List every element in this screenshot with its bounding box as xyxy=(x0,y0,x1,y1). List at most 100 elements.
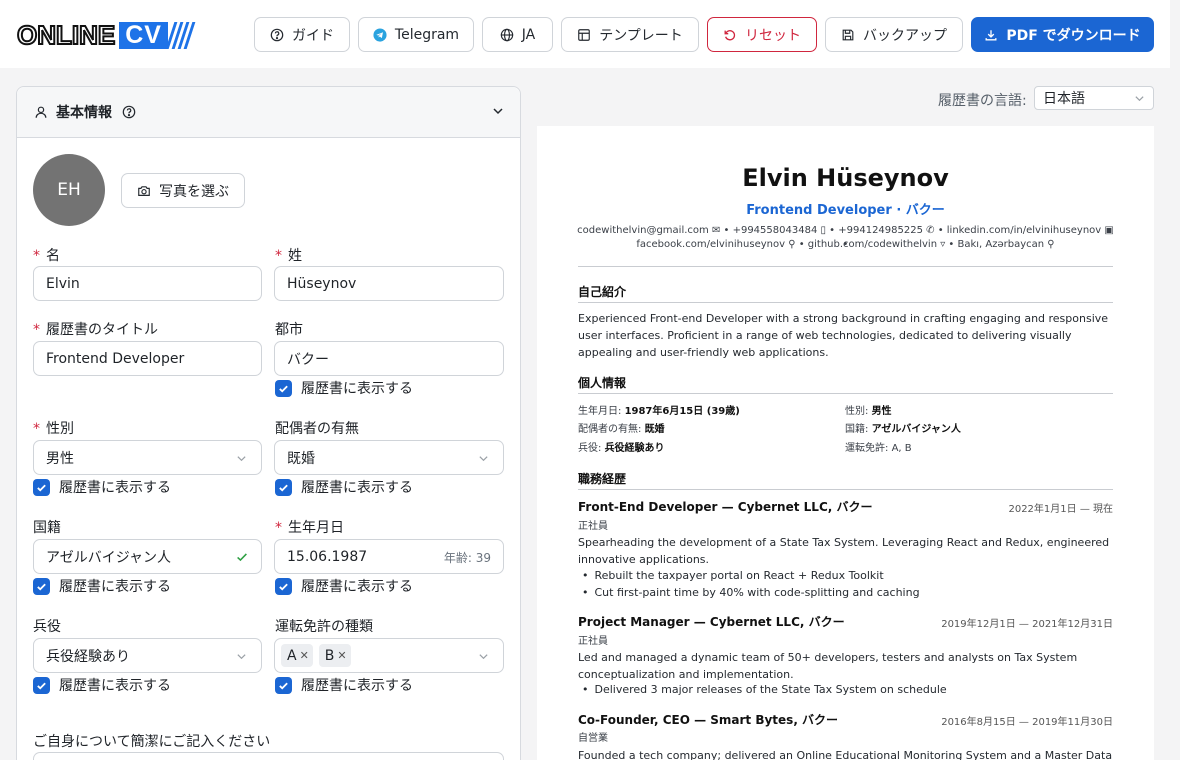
cv-job-date: 2019年12月1日 — 2021年12月31日 xyxy=(941,619,1113,630)
license-label: 運転免許の種類 xyxy=(275,619,373,635)
nationality-input[interactable]: アゼルバイジャン人 xyxy=(33,539,262,574)
checkmark-icon xyxy=(275,577,292,595)
help-circle-icon[interactable] xyxy=(122,105,136,119)
cv-personal-gender: 性別: 男性 xyxy=(845,406,892,417)
cv-divider xyxy=(578,266,1113,267)
cv-title-label: * 履歴書のタイトル xyxy=(33,322,158,338)
cv-personal-birth: 生年月日: 1987年6月15日 (39歳) xyxy=(578,406,740,417)
cv-job-title: Project Manager — Cybernet LLC, バクー xyxy=(578,615,845,629)
checkmark-icon xyxy=(33,478,50,496)
panel-title: 基本情報 xyxy=(56,105,112,121)
choose-photo-label: 写真を選ぶ xyxy=(159,183,229,200)
required-mark: * xyxy=(33,248,40,264)
cv-experience-heading: 職務経歴 xyxy=(578,472,627,486)
gender-label: * 性別 xyxy=(33,421,74,437)
cv-job-description: Spearheading the development of a State … xyxy=(578,536,1110,566)
marital-show-checkbox[interactable]: 履歴書に表示する xyxy=(275,477,413,497)
city-show-checkbox[interactable]: 履歴書に表示する xyxy=(275,378,413,398)
birthdate-show-checkbox[interactable]: 履歴書に表示する xyxy=(275,576,413,596)
cv-language-label: 履歴書の言語: xyxy=(938,93,1027,109)
required-mark: * xyxy=(33,421,40,437)
cv-title-input[interactable]: Frontend Developer xyxy=(33,341,262,376)
gender-select[interactable]: 男性 xyxy=(33,440,262,475)
chevron-down-icon xyxy=(1135,96,1144,102)
cv-preview: Elvin Hüseynov Frontend Developer · バクー … xyxy=(537,126,1154,760)
marital-label: 配偶者の有無 xyxy=(275,421,359,437)
language-label: JA xyxy=(521,26,536,43)
close-icon[interactable]: ✕ xyxy=(337,649,346,662)
cv-job-title: Front-End Developer — Cybernet LLC, バクー xyxy=(578,500,873,514)
reset-label: リセット xyxy=(745,27,801,44)
cv-contact-line-2: facebook.com/elvinihuseynov ⚲ • github.c… xyxy=(636,239,1055,250)
cv-job-date: 2022年1月1日 — 現在 xyxy=(1008,504,1113,515)
required-mark: * xyxy=(33,322,40,338)
guide-button[interactable]: ガイド xyxy=(254,17,350,52)
cv-summary-text: Experienced Front-end Developer with a s… xyxy=(578,312,1109,359)
cv-personal-military: 兵役: 兵役経験あり xyxy=(578,443,665,454)
camera-icon xyxy=(138,185,150,196)
logo-text-online: ONLINE xyxy=(16,20,116,50)
cv-language-select[interactable]: 日本語 xyxy=(1034,86,1154,110)
checkmark-icon xyxy=(275,379,292,397)
military-select[interactable]: 兵役経験あり xyxy=(33,638,262,673)
choose-photo-button[interactable]: 写真を選ぶ xyxy=(121,173,245,208)
guide-label: ガイド xyxy=(292,27,334,44)
logo-stripes xyxy=(165,21,196,49)
checkmark-icon xyxy=(275,676,292,694)
license-tag: A ✕ xyxy=(281,644,313,667)
last-name-label: * 姓 xyxy=(275,248,302,264)
city-input[interactable]: バクー xyxy=(274,341,504,376)
download-pdf-label: PDF でダウンロード xyxy=(1006,27,1141,44)
chevron-down-icon[interactable] xyxy=(492,105,504,117)
rotate-ccw-icon xyxy=(724,29,736,40)
chevron-down-icon xyxy=(237,654,246,660)
layout-icon xyxy=(578,28,591,41)
telegram-button[interactable]: Telegram xyxy=(358,17,474,52)
first-name-input[interactable]: Elvin xyxy=(33,266,262,301)
chevron-down-icon xyxy=(237,456,246,462)
required-mark: * xyxy=(275,248,282,264)
about-textarea[interactable] xyxy=(33,752,504,760)
cv-personal-heading: 個人情報 xyxy=(578,376,627,390)
cv-divider xyxy=(578,393,1113,394)
cv-job-type: 正社員 xyxy=(578,521,608,532)
chevron-down-icon xyxy=(479,654,488,660)
backup-button[interactable]: バックアップ xyxy=(825,17,963,52)
gender-show-checkbox[interactable]: 履歴書に表示する xyxy=(33,477,171,497)
birthdate-label: * 生年月日 xyxy=(275,520,344,536)
cv-job-bullet: Rebuilt the taxpayer portal on React + R… xyxy=(582,569,884,582)
basic-info-panel-header[interactable]: 基本情報 xyxy=(17,87,520,138)
download-icon xyxy=(985,29,997,40)
cv-summary-heading: 自己紹介 xyxy=(578,285,627,299)
first-name-label: * 名 xyxy=(33,248,60,264)
logo[interactable]: ONLINE CV xyxy=(16,20,196,50)
templates-button[interactable]: テンプレート xyxy=(561,17,699,52)
avatar[interactable]: EH xyxy=(33,154,105,226)
language-button[interactable]: JA xyxy=(482,17,553,52)
checkmark-icon xyxy=(33,577,50,595)
telegram-label: Telegram xyxy=(394,26,460,43)
cv-divider xyxy=(578,302,1113,303)
birthdate-input[interactable]: 15.06.1987 年齢: 39 xyxy=(274,539,504,574)
chevron-down-icon xyxy=(479,456,488,462)
age-display: 年齢: 39 xyxy=(443,551,491,565)
nationality-show-checkbox[interactable]: 履歴書に表示する xyxy=(33,576,171,596)
cv-job-title: Co-Founder, CEO — Smart Bytes, バクー xyxy=(578,713,839,727)
license-show-checkbox[interactable]: 履歴書に表示する xyxy=(275,675,413,695)
cv-job-bullet: Delivered 3 major releases of the State … xyxy=(582,683,947,696)
download-pdf-button[interactable]: PDF でダウンロード xyxy=(971,17,1154,52)
cv-personal-marital: 配偶者の有無: 既婚 xyxy=(578,424,665,435)
marital-select[interactable]: 既婚 xyxy=(274,440,504,475)
about-label: ご自身について簡潔にご記入ください xyxy=(33,734,271,750)
required-mark: * xyxy=(275,520,282,536)
license-multiselect[interactable]: A ✕ B ✕ xyxy=(274,638,504,673)
close-icon[interactable]: ✕ xyxy=(300,649,309,662)
reset-button[interactable]: リセット xyxy=(707,17,817,52)
last-name-input[interactable]: Hüseynov xyxy=(274,266,504,301)
military-show-checkbox[interactable]: 履歴書に表示する xyxy=(33,675,171,695)
check-icon xyxy=(237,553,247,562)
telegram-icon xyxy=(373,27,387,42)
cv-job-type: 自営業 xyxy=(578,733,608,744)
cv-job-bullet: Cut first-paint time by 40% with code-sp… xyxy=(582,586,920,599)
cv-job-description: Led and managed a dynamic team of 50+ de… xyxy=(578,651,1078,681)
